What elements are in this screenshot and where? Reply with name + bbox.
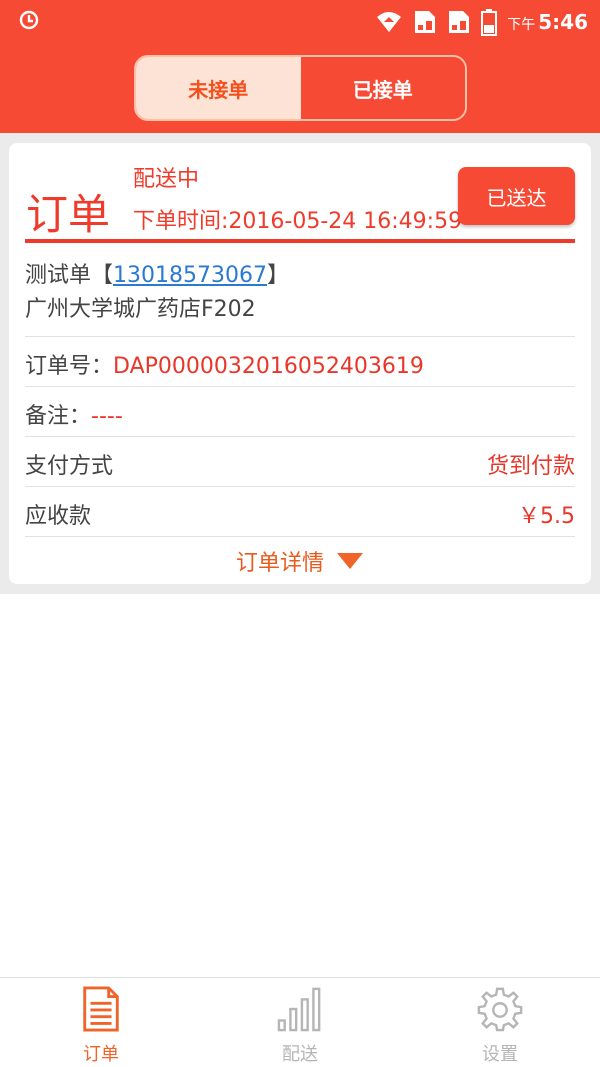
amount-due-label: 应收款 <box>25 504 92 529</box>
order-number-label: 订单号： <box>25 354 114 379</box>
amount-due-value: ￥5.5 <box>518 504 575 529</box>
bottom-tab-bar: 订单 配送 设置 <box>0 977 600 1067</box>
amount-due-row: 应收款 ￥5.5 <box>25 487 575 537</box>
bracket-close: 】 <box>267 263 290 288</box>
status-bar: 下午 5:46 <box>0 0 600 44</box>
customer-name: 测试单 <box>25 263 92 288</box>
customer-address: 广州大学城广药店F202 <box>25 297 256 322</box>
bracket-open: 【 <box>91 263 114 288</box>
gear-icon <box>477 987 523 1032</box>
bar-chart-icon <box>277 987 321 1032</box>
order-number-value: DAP00000320160524036​19 <box>113 354 424 379</box>
sync-icon <box>19 10 39 30</box>
payment-method-row: 支付方式 货到付款 <box>25 437 575 487</box>
order-list: 订单 配送中 下单时间:2016-05-24 16:49:59 已送达 测试单【… <box>0 133 600 594</box>
clock-time: 5:46 <box>538 10 588 34</box>
tab-settings-label: 设置 <box>482 1044 518 1065</box>
order-detail-toggle[interactable]: 订单详情 <box>9 537 591 584</box>
clock: 下午 5:46 <box>507 10 588 34</box>
customer-line: 测试单【13018573067】 <box>25 257 289 289</box>
tab-settings[interactable]: 设置 <box>440 986 560 1066</box>
order-status-toggle: 未接单 已接单 <box>134 55 467 121</box>
sim-card-icon <box>449 11 470 33</box>
note-row: 备注：---- <box>25 387 575 437</box>
note-line: 备注：---- <box>25 398 123 430</box>
customer-address-row: 测试单【13018573067】 广州大学城广药店F202 <box>25 253 575 337</box>
sim-card-icon <box>415 11 436 33</box>
app-header: 下午 5:46 未接单 已接单 <box>0 0 600 133</box>
document-icon <box>83 986 119 1032</box>
order-number-row: 订单号：DAP00000320160524036​19 <box>25 337 575 387</box>
note-label: 备注： <box>25 404 92 429</box>
order-time: 下单时间:2016-05-24 16:49:59 <box>133 209 463 234</box>
wifi-icon <box>377 12 402 32</box>
delivered-button[interactable]: 已送达 <box>458 167 575 225</box>
tab-orders-label: 订单 <box>83 1044 119 1065</box>
clock-period: 下午 <box>507 17 536 33</box>
tab-delivery-label: 配送 <box>282 1044 318 1065</box>
tab-accepted-orders[interactable]: 已接单 <box>300 57 465 119</box>
tab-pending-orders[interactable]: 未接单 <box>136 57 301 119</box>
order-detail-label: 订单详情 <box>235 550 324 576</box>
battery-icon <box>481 9 498 36</box>
payment-method-label: 支付方式 <box>25 454 114 479</box>
tab-orders[interactable]: 订单 <box>41 986 161 1066</box>
status-icons: 下午 5:46 <box>375 6 588 38</box>
tab-delivery[interactable]: 配送 <box>240 986 360 1066</box>
header-divider <box>25 239 575 243</box>
order-status: 配送中 <box>133 167 200 192</box>
order-card: 订单 配送中 下单时间:2016-05-24 16:49:59 已送达 测试单【… <box>9 143 591 584</box>
order-number-line: 订单号：DAP00000320160524036​19 <box>25 348 424 380</box>
customer-phone-link[interactable]: 13018573067 <box>113 263 267 288</box>
payment-method-value: 货到付款 <box>486 454 575 479</box>
order-card-title: 订单 <box>26 190 111 239</box>
triangle-down-icon <box>337 552 363 569</box>
note-value: ---- <box>91 404 123 429</box>
